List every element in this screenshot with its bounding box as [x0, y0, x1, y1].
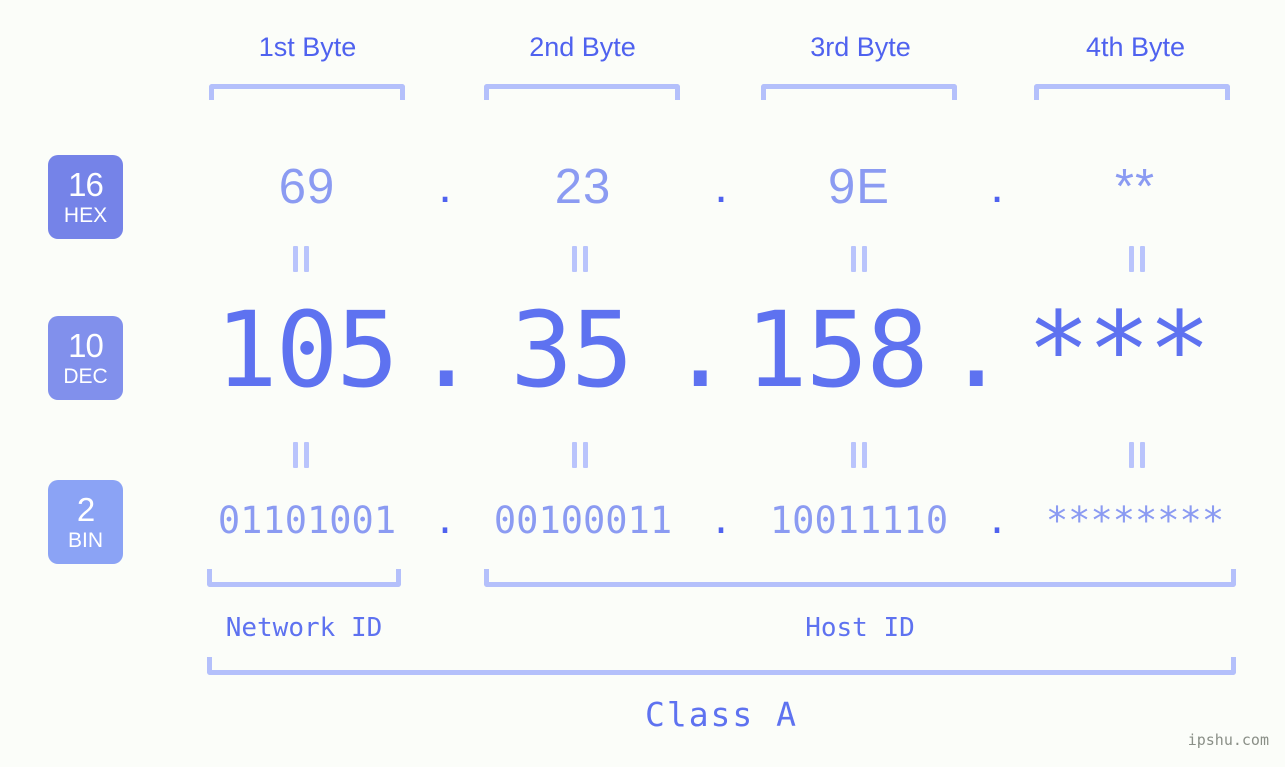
host-id-label: Host ID — [805, 613, 915, 643]
hex-value-row: 69 . 23 . 9E . ** — [135, 152, 1285, 222]
equals-icon-hex-dec-4 — [1127, 246, 1147, 272]
equals-icon-dec-bin-1 — [291, 442, 311, 468]
bin-value-row: 01101001 . 00100011 . 10011110 . *******… — [135, 490, 1285, 550]
byte-bracket-top-2 — [484, 84, 680, 100]
base-badge-dec-radix: 10 — [68, 327, 104, 364]
bin-separator-2: . — [709, 498, 733, 542]
dec-octet-3: 158 — [745, 289, 929, 411]
equals-icon-dec-bin-4 — [1127, 442, 1147, 468]
dec-octet-4: *** — [1027, 289, 1211, 411]
base-badge-hex-radix: 16 — [68, 166, 104, 203]
dec-separator-2: . — [669, 289, 732, 411]
dec-value-row: 105 . 35 . 158 . *** — [135, 289, 1285, 411]
bin-octet-3: 10011110 — [769, 498, 949, 542]
base-badge-dec-name: DEC — [63, 365, 108, 388]
equals-icon-dec-bin-2 — [570, 442, 590, 468]
base-badge-bin-radix: 2 — [76, 491, 95, 528]
byte-header-1: 1st Byte — [258, 32, 357, 62]
dec-octet-2: 35 — [510, 289, 633, 411]
equals-icon-hex-dec-1 — [291, 246, 311, 272]
base-badge-dec: 10 DEC — [48, 316, 123, 400]
hex-octet-2: 23 — [554, 160, 612, 214]
base-badge-hex-name: HEX — [63, 204, 108, 227]
hex-separator-2: . — [714, 159, 728, 214]
base-badge-bin-name: BIN — [67, 529, 103, 552]
bin-separator-3: . — [985, 498, 1009, 542]
hex-separator-3: . — [990, 159, 1004, 214]
bin-separator-1: . — [433, 498, 457, 542]
byte-bracket-top-4 — [1034, 84, 1230, 100]
dec-separator-1: . — [415, 289, 478, 411]
dec-separator-3: . — [945, 289, 1008, 411]
byte-header-2: 2nd Byte — [529, 32, 636, 62]
byte-bracket-top-3 — [761, 84, 957, 100]
byte-header-3: 3rd Byte — [810, 32, 911, 62]
class-bracket — [207, 657, 1236, 675]
bin-octet-1: 01101001 — [217, 498, 397, 542]
bin-octet-4: ******** — [1045, 498, 1225, 542]
watermark: ipshu.com — [1187, 731, 1269, 749]
equals-icon-dec-bin-3 — [849, 442, 869, 468]
network-id-bracket — [207, 569, 401, 587]
hex-octet-3: 9E — [828, 160, 890, 214]
base-badge-hex: 16 HEX — [48, 155, 123, 239]
equals-icon-hex-dec-3 — [849, 246, 869, 272]
base-badge-bin: 2 BIN — [48, 480, 123, 564]
bin-octet-2: 00100011 — [493, 498, 673, 542]
network-id-label: Network ID — [225, 613, 383, 643]
equals-icon-hex-dec-2 — [570, 246, 590, 272]
byte-bracket-top-1 — [209, 84, 405, 100]
ip-byte-breakdown-diagram: 1st Byte 2nd Byte 3rd Byte 4th Byte 16 H… — [0, 0, 1285, 767]
hex-separator-1: . — [438, 159, 452, 214]
dec-octet-1: 105 — [215, 289, 399, 411]
host-id-bracket — [484, 569, 1236, 587]
class-label: Class A — [644, 695, 799, 734]
byte-header-4: 4th Byte — [1085, 32, 1186, 62]
hex-octet-4: ** — [1114, 160, 1156, 214]
hex-octet-1: 69 — [278, 160, 336, 214]
